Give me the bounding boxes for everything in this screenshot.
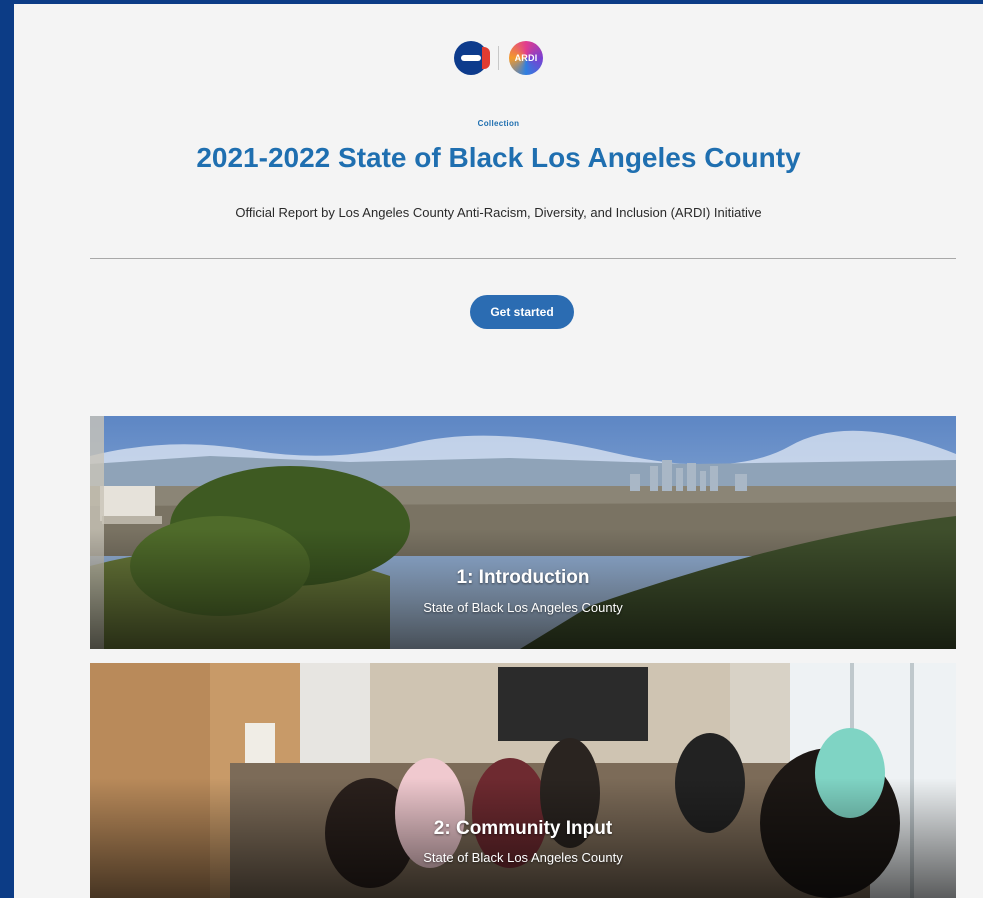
section-divider xyxy=(90,258,956,259)
equity-e-logo-icon xyxy=(454,41,490,75)
ardi-logo-text: ARDI xyxy=(514,53,538,63)
card-title: 2: Community Input xyxy=(433,818,613,839)
card-gradient-overlay xyxy=(90,529,956,649)
logo-bar: ARDI xyxy=(14,41,983,75)
page-title: 2021-2022 State of Black Los Angeles Cou… xyxy=(196,142,801,173)
story-page: ARDI Collection 2021-2022 State of Black… xyxy=(14,4,983,898)
card-subtitle: State of Black Los Angeles County xyxy=(423,850,623,865)
logo-divider xyxy=(498,46,499,70)
get-started-button[interactable]: Get started xyxy=(470,295,574,329)
card-title: 1: Introduction xyxy=(456,567,590,588)
card-subtitle: State of Black Los Angeles County xyxy=(423,600,623,615)
page-subtitle: Official Report by Los Angeles County An… xyxy=(235,205,762,220)
collection-eyebrow: Collection xyxy=(477,119,520,128)
ardi-logo-icon: ARDI xyxy=(509,41,543,75)
chapter-card-community-input[interactable]: 2: Community Input State of Black Los An… xyxy=(90,663,956,898)
chapter-card-introduction[interactable]: 1: Introduction State of Black Los Angel… xyxy=(90,416,956,649)
